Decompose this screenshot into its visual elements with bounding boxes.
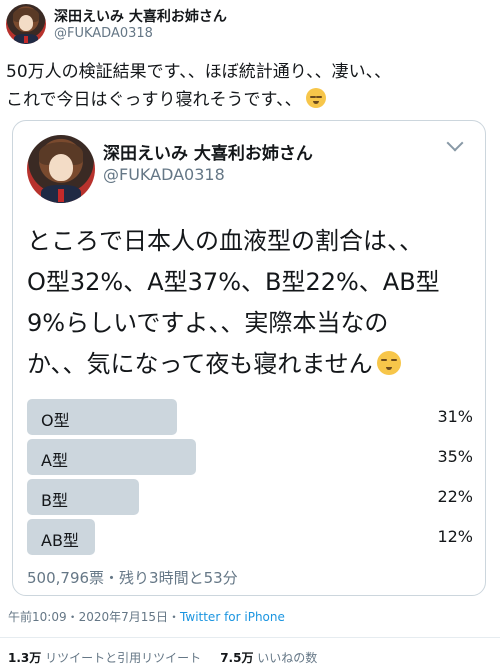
poll-option-label: O型 (41, 411, 70, 430)
quoted-text-line-3: 9%らしいですよ、、実際本当なの (27, 309, 389, 337)
tweet-text-line-2: これで今日はぐっすり寝れそうです、、 (6, 90, 302, 110)
tweet-stats: 1.3万 リツイートと引用リツイート 7.5万 いいねの数 (8, 649, 317, 666)
retweet-count[interactable]: 1.3万 (8, 651, 41, 665)
poll-summary: 500,796票・残り3時間と53分 (27, 569, 238, 587)
tweet-text: 50万人の検証結果です、、ほぼ統計通り、、凄い、、 これで今日はぐっすり寝れそう… (6, 58, 486, 114)
pensive-face-emoji-icon (376, 351, 401, 375)
author-avatar[interactable] (6, 4, 46, 44)
chevron-down-icon[interactable] (446, 134, 464, 152)
quoted-author-handle[interactable]: @FUKADA0318 (103, 165, 225, 184)
sleeping-face-emoji-icon (305, 88, 326, 108)
poll-option: AB型 12% (27, 519, 475, 555)
poll-option-percent: 31% (437, 407, 473, 426)
quoted-tweet-card[interactable]: 深田えいみ 大喜利お姉さん @FUKADA0318 ところで日本人の血液型の割合… (12, 120, 486, 596)
poll-option-label: B型 (41, 491, 68, 510)
tweet-timestamp[interactable]: 午前10:09・2020年7月15日・ (8, 610, 180, 624)
quoted-author-display-name[interactable]: 深田えいみ 大喜利お姉さん (103, 139, 313, 164)
author-display-name[interactable]: 深田えいみ 大喜利お姉さん (54, 6, 227, 26)
poll-option-label: AB型 (41, 531, 79, 550)
retweet-label[interactable]: リツイートと引用リツイート (45, 651, 201, 665)
poll-option-label: A型 (41, 451, 68, 470)
tweet-meta: 午前10:09・2020年7月15日・Twitter for iPhone (8, 608, 285, 625)
poll-option: B型 22% (27, 479, 475, 515)
poll-option: A型 35% (27, 439, 475, 475)
quoted-text-line-1: ところで日本人の血液型の割合は、、 (27, 227, 423, 255)
poll-option-percent: 22% (437, 487, 473, 506)
author-handle[interactable]: @FUKADA0318 (54, 26, 153, 41)
tweet-text-line-1: 50万人の検証結果です、、ほぼ統計通り、、凄い、、 (6, 62, 392, 82)
quoted-text-line-2: O型32%、A型37%、B型22%、AB型 (27, 268, 440, 296)
like-count[interactable]: 7.5万 (220, 651, 253, 665)
quoted-text-line-4: か、、気になって夜も寝れません (27, 350, 373, 378)
quoted-author-avatar[interactable] (27, 135, 95, 203)
poll-option-percent: 35% (437, 447, 473, 466)
like-label[interactable]: いいねの数 (257, 651, 317, 665)
poll-option: O型 31% (27, 399, 475, 435)
poll-option-percent: 12% (437, 527, 473, 546)
tweet-source-link[interactable]: Twitter for iPhone (180, 610, 285, 624)
quoted-tweet-text: ところで日本人の血液型の割合は、、 O型32%、A型37%、B型22%、AB型 … (27, 221, 477, 385)
divider (0, 637, 500, 638)
